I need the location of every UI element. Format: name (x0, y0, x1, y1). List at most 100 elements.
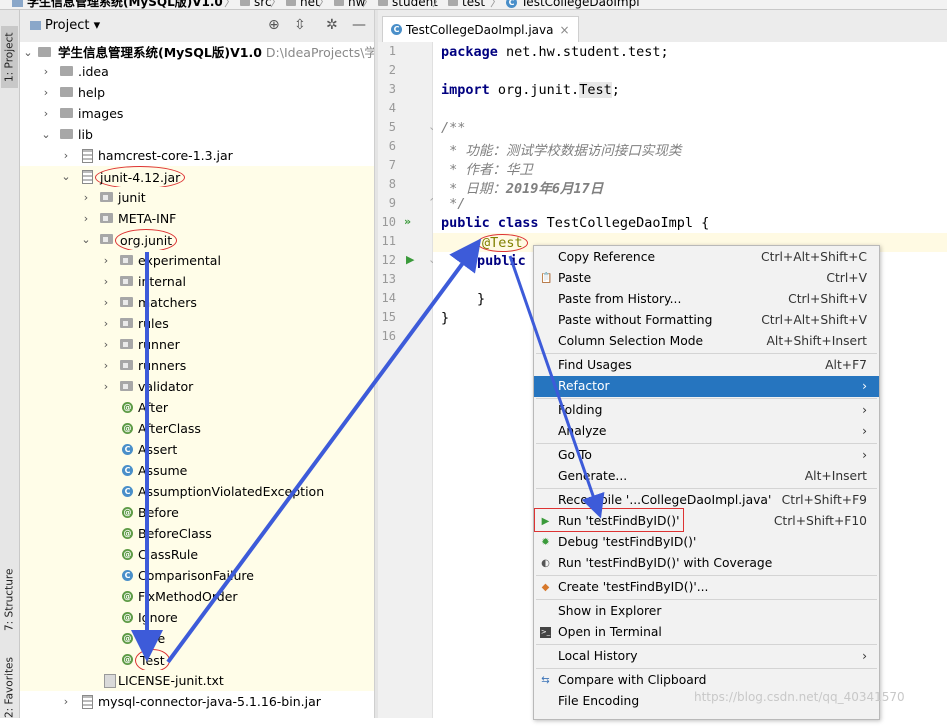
chevron-down-icon[interactable]: ⌄ (80, 229, 92, 250)
tree-label-fixmethod: FixMethodOrder (138, 589, 238, 604)
tree-row-lib[interactable]: ⌄ lib (20, 124, 374, 145)
breadcrumb-src[interactable]: 〉 src (220, 0, 272, 9)
code-line-6: * 功能：测试学校数据访问接口实现类 (441, 143, 682, 159)
tree-row-mysql[interactable]: › mysql-connector-java-5.1.16-bin.jar (20, 691, 374, 712)
menu-item-folding[interactable]: Folding › (534, 400, 879, 421)
chevron-right-icon[interactable]: › (100, 355, 112, 376)
tree-row-root[interactable]: ⌄ 学生信息管理系统(MySQL版)V1.0 D:\IdeaProjects\学… (20, 42, 374, 63)
chevron-right-icon[interactable]: › (100, 292, 112, 313)
module-icon (38, 47, 51, 57)
menu-item-open-terminal[interactable]: >_ Open in Terminal (534, 622, 879, 643)
tree-row-validator[interactable]: › validator (20, 376, 374, 397)
tree-row-assume[interactable]: C Assume (20, 460, 374, 481)
line-number: 1 (388, 44, 396, 58)
compare-icon: ⇆ (541, 675, 550, 686)
chevron-right-icon[interactable]: › (40, 103, 52, 124)
tree-row-after[interactable]: @ After (20, 397, 374, 418)
chevron-down-icon[interactable]: ⌄ (40, 124, 52, 145)
editor-tab-testcollegedaoimpl[interactable]: C TestCollegeDaoImpl.java × (382, 16, 579, 42)
menu-item-copy-reference[interactable]: Copy Reference Ctrl+Alt+Shift+C (534, 247, 879, 268)
collapse-all-icon[interactable]: ⇳ (294, 17, 306, 33)
chevron-right-icon[interactable]: › (80, 208, 92, 229)
tree-row-license[interactable]: LICENSE-junit.txt (20, 670, 374, 691)
tool-tab-project[interactable]: 1: Project (1, 26, 18, 88)
chevron-right-icon[interactable]: › (100, 271, 112, 292)
tree-row-classrule[interactable]: @ ClassRule (20, 544, 374, 565)
tree-row-ignore[interactable]: @ Ignore (20, 607, 374, 628)
tree-row-idea[interactable]: › .idea (20, 61, 374, 82)
chevron-right-icon[interactable]: › (100, 334, 112, 355)
menu-item-find-usages[interactable]: Find Usages Alt+F7 (534, 355, 879, 376)
breadcrumb-net[interactable]: 〉 net (266, 0, 320, 9)
tree-row-assumption[interactable]: C AssumptionViolatedException (20, 481, 374, 502)
chevron-right-icon[interactable]: › (60, 145, 72, 166)
tree-row-hamcrest[interactable]: › hamcrest-core-1.3.jar (20, 145, 374, 166)
tree-row-org-junit[interactable]: ⌄ org.junit (20, 229, 374, 252)
tool-tab-structure[interactable]: 7: Structure (1, 550, 18, 650)
tree-row-internal[interactable]: › internal (20, 271, 374, 292)
tree-row-fixmethod[interactable]: @ FixMethodOrder (20, 586, 374, 607)
tool-tab-favorites[interactable]: 2: Favorites (1, 650, 18, 726)
tree-label-rule: Rule (138, 631, 166, 646)
chevron-right-icon[interactable]: › (40, 82, 52, 103)
tree-label-images: images (78, 106, 124, 121)
chevron-right-icon[interactable]: › (100, 250, 112, 271)
tree-row-assert[interactable]: C Assert (20, 439, 374, 460)
package-icon (100, 213, 113, 223)
menu-item-analyze[interactable]: Analyze › (534, 421, 879, 442)
tree-row-before[interactable]: @ Before (20, 502, 374, 523)
breadcrumb-test[interactable]: 〉 test (428, 0, 485, 9)
chevron-right-icon[interactable]: › (100, 376, 112, 397)
tree-row-rule[interactable]: @ Rule (20, 628, 374, 649)
tree-row-runners[interactable]: › runners (20, 355, 374, 376)
tree-row-junit-jar[interactable]: ⌄ junit-4.12.jar (20, 166, 374, 189)
menu-item-paste-no-format[interactable]: Paste without Formatting Ctrl+Alt+Shift+V (534, 310, 879, 331)
tree-row-experimental[interactable]: › experimental (20, 250, 374, 271)
package-icon (100, 234, 113, 244)
tree-row-meta-inf[interactable]: › META-INF (20, 208, 374, 229)
tree-row-help[interactable]: › help (20, 82, 374, 103)
chevron-down-icon[interactable]: ⌄ (22, 42, 34, 63)
tree-row-beforeclass[interactable]: @ BeforeClass (20, 523, 374, 544)
chevron-right-icon[interactable]: › (40, 61, 52, 82)
tree-row-afterclass[interactable]: @ AfterClass (20, 418, 374, 439)
menu-item-debug[interactable]: ✹ Debug 'testFindByID()' (534, 532, 879, 553)
menu-item-paste-history[interactable]: Paste from History... Ctrl+Shift+V (534, 289, 879, 310)
close-icon[interactable]: × (559, 23, 569, 37)
menu-item-goto[interactable]: Go To › (534, 445, 879, 466)
breadcrumb-class[interactable]: 〉 C TestCollegeDaoImpl (486, 0, 640, 9)
menu-item-create[interactable]: ◆ Create 'testFindByID()'... (534, 577, 879, 598)
menu-item-generate[interactable]: Generate... Alt+Insert (534, 466, 879, 487)
chevron-right-icon[interactable]: › (60, 691, 72, 712)
menu-item-local-history[interactable]: Local History › (534, 646, 879, 667)
menu-item-coverage[interactable]: ◐ Run 'testFindByID()' with Coverage (534, 553, 879, 574)
breadcrumb-project[interactable]: 学生信息管理系统(MySQL版)V1.0 (12, 0, 223, 9)
chevron-right-icon[interactable]: › (80, 187, 92, 208)
tree-row-images[interactable]: › images (20, 103, 374, 124)
chevron-down-icon[interactable]: ⌄ (60, 166, 72, 187)
tree-row-matchers[interactable]: › matchers (20, 292, 374, 313)
tree-row-runner[interactable]: › runner (20, 334, 374, 355)
project-view-selector[interactable]: Project ▾ (30, 18, 100, 33)
menu-item-refactor[interactable]: Refactor › (534, 376, 879, 397)
menu-item-paste[interactable]: 📋 Paste Ctrl+V (534, 268, 879, 289)
submenu-arrow-icon: › (862, 424, 867, 438)
annotation-icon: @ (122, 591, 133, 602)
gear-icon[interactable]: ✲ (326, 17, 338, 33)
tree-row-junit-pkg[interactable]: › junit (20, 187, 374, 208)
run-class-icon[interactable]: » (404, 215, 411, 228)
locate-icon[interactable]: ⊕ (268, 17, 280, 33)
annotation-icon: @ (122, 549, 133, 560)
menu-item-column-mode[interactable]: Column Selection Mode Alt+Shift+Insert (534, 331, 879, 352)
chevron-right-icon[interactable]: › (100, 313, 112, 334)
hide-panel-icon[interactable]: — (352, 17, 366, 33)
folder-icon (378, 0, 389, 6)
tree-row-rules[interactable]: › rules (20, 313, 374, 334)
run-test-icon[interactable]: ▶ (406, 253, 414, 266)
tree-row-test[interactable]: @ Test (20, 649, 374, 672)
menu-item-compare-clipboard[interactable]: ⇆ Compare with Clipboard (534, 670, 879, 691)
tree-row-comparison[interactable]: C ComparisonFailure (20, 565, 374, 586)
breadcrumb-student[interactable]: 〉 student (358, 0, 438, 9)
class-icon: C (391, 24, 402, 35)
menu-item-show-explorer[interactable]: Show in Explorer (534, 601, 879, 622)
